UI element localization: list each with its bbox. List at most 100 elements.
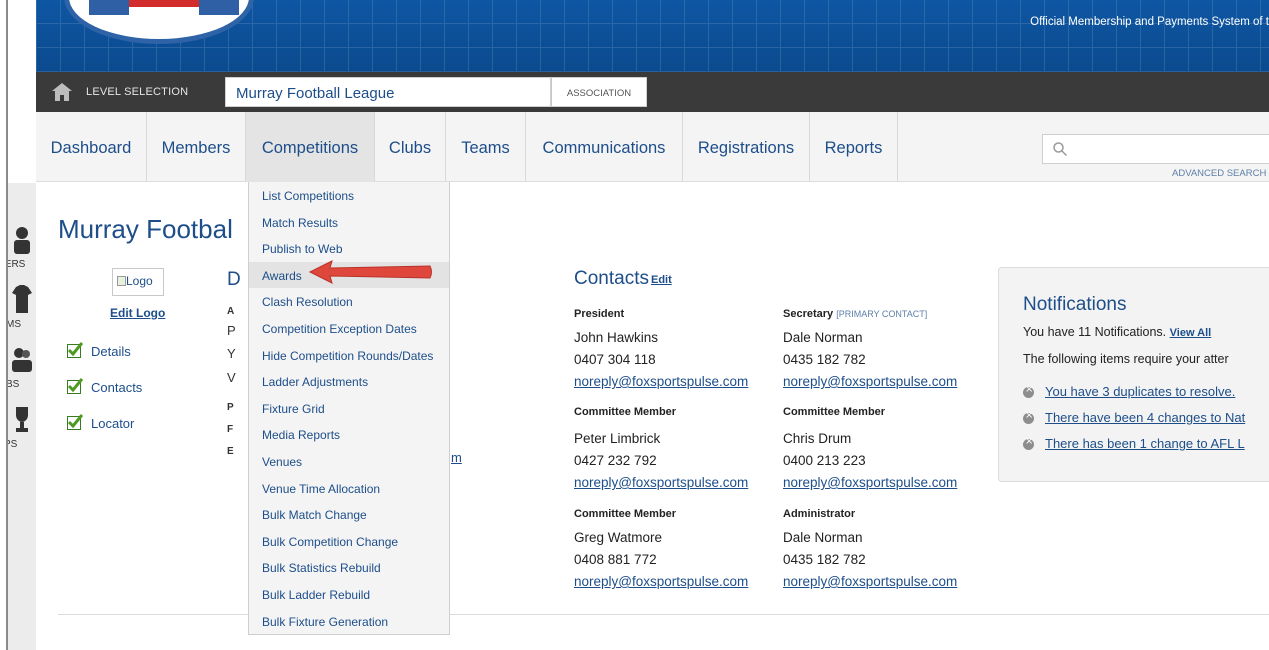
- contact-role: Secretary: [783, 308, 834, 320]
- contact-email-link[interactable]: noreply@foxsportspulse.com: [574, 475, 748, 490]
- checklist-label: Contacts: [91, 380, 143, 395]
- nav-clubs[interactable]: Clubs: [375, 112, 446, 182]
- level-name-field[interactable]: Murray Football League: [225, 77, 551, 107]
- contact-name: Chris Drum: [783, 431, 852, 446]
- contact-phone: 0435 182 782: [783, 352, 866, 367]
- rail-item-clubs[interactable]: BS: [6, 345, 36, 405]
- level-name: Murray Football League: [236, 85, 395, 102]
- contact-name: Greg Watmore: [574, 530, 663, 545]
- contact-email-link[interactable]: noreply@foxsportspulse.com: [574, 574, 748, 589]
- contact-email-link[interactable]: noreply@foxsportspulse.com: [783, 475, 957, 490]
- rail-item-members[interactable]: IERS: [2, 225, 36, 285]
- notifications-heading: Notifications: [1023, 294, 1127, 315]
- close-circle-icon[interactable]: [1023, 410, 1034, 424]
- content-divider: [58, 614, 1269, 615]
- menu-item-hide-competition-rounds[interactable]: Hide Competition Rounds/Dates: [249, 342, 449, 369]
- notifications-panel: Notifications You have 11 Notifications.…: [998, 267, 1269, 482]
- details-heading-fragment: D: [227, 269, 241, 290]
- contact-role: Committee Member: [783, 406, 886, 418]
- left-sidebar-rail: IERS MS BS PS: [2, 183, 36, 650]
- nav-dashboard[interactable]: Dashboard: [36, 112, 147, 182]
- notifications-require-text: The following items require your atter: [1023, 352, 1229, 366]
- notification-link[interactable]: There has been 1 change to AFL L: [1045, 436, 1245, 451]
- detail-fragment: P: [227, 323, 236, 338]
- notification-link[interactable]: There have been 4 changes to Nat: [1045, 410, 1245, 425]
- group-icon: [12, 348, 32, 372]
- menu-item-clash-resolution[interactable]: Clash Resolution: [249, 288, 449, 315]
- menu-item-bulk-match-change[interactable]: Bulk Match Change: [249, 501, 449, 528]
- checklist-label: Details: [91, 344, 131, 359]
- detail-fragment: F: [227, 424, 234, 435]
- level-type-label: ASSOCIATION: [566, 88, 632, 99]
- contact-phone: 0427 232 792: [574, 453, 657, 468]
- menu-item-venue-time-allocation[interactable]: Venue Time Allocation: [249, 475, 449, 502]
- checkmark-icon: [67, 378, 83, 394]
- trophy-icon: [16, 407, 28, 432]
- level-type-badge: ASSOCIATION: [551, 77, 647, 107]
- nav-competitions[interactable]: Competitions: [246, 112, 375, 182]
- email-link-fragment[interactable]: m: [451, 450, 462, 465]
- contact-phone: 0400 213 223: [783, 453, 866, 468]
- header-tagline: Official Membership and Payments System …: [1030, 16, 1269, 28]
- broken-image-icon: [117, 276, 126, 286]
- contact-email-link[interactable]: noreply@foxsportspulse.com: [783, 374, 957, 389]
- menu-item-fixture-grid[interactable]: Fixture Grid: [249, 395, 449, 422]
- nav-registrations[interactable]: Registrations: [683, 112, 810, 182]
- menu-item-competition-exception-dates[interactable]: Competition Exception Dates: [249, 315, 449, 342]
- search-input[interactable]: [1042, 134, 1269, 164]
- advanced-search-link[interactable]: ADVANCED SEARCH: [1172, 168, 1266, 179]
- menu-item-bulk-statistics-rebuild[interactable]: Bulk Statistics Rebuild: [249, 554, 449, 581]
- window-left-edge: [0, 0, 8, 650]
- menu-item-media-reports[interactable]: Media Reports: [249, 421, 449, 448]
- contacts-edit-link[interactable]: Edit: [651, 274, 672, 286]
- association-logo-image: Logo: [112, 268, 164, 296]
- menu-item-bulk-fixture-generation[interactable]: Bulk Fixture Generation: [249, 608, 449, 635]
- level-selection-bar: LEVEL SELECTION Murray Football League A…: [36, 72, 1269, 112]
- search-icon: [1053, 142, 1067, 156]
- contact-name: John Hawkins: [574, 330, 659, 345]
- contact-role: Committee Member: [574, 508, 677, 520]
- menu-item-bulk-competition-change[interactable]: Bulk Competition Change: [249, 528, 449, 555]
- home-icon[interactable]: [52, 83, 72, 101]
- checkmark-icon: [67, 414, 83, 430]
- contacts-heading: Contacts: [574, 268, 649, 289]
- annotation-arrow-icon: [308, 260, 432, 284]
- main-nav: Dashboard Members Competitions Clubs Tea…: [36, 112, 1269, 182]
- nav-reports[interactable]: Reports: [810, 112, 898, 182]
- view-all-link[interactable]: View All: [1170, 327, 1212, 339]
- person-icon: [14, 227, 30, 254]
- contact-email-link[interactable]: noreply@foxsportspulse.com: [783, 574, 957, 589]
- edit-logo-link[interactable]: Edit Logo: [110, 306, 165, 320]
- jersey-icon: [12, 285, 32, 313]
- nav-communications[interactable]: Communications: [526, 112, 683, 182]
- level-selection-label[interactable]: LEVEL SELECTION: [86, 86, 188, 98]
- checkmark-icon: [67, 342, 83, 358]
- detail-fragment: P: [227, 402, 234, 413]
- nav-members[interactable]: Members: [147, 112, 246, 182]
- menu-item-publish-to-web[interactable]: Publish to Web: [249, 235, 449, 262]
- menu-item-venues[interactable]: Venues: [249, 448, 449, 475]
- menu-item-list-competitions[interactable]: List Competitions: [249, 182, 449, 209]
- notification-link[interactable]: You have 3 duplicates to resolve.: [1045, 384, 1235, 399]
- menu-item-match-results[interactable]: Match Results: [249, 209, 449, 236]
- detail-fragment: V: [227, 370, 236, 385]
- close-circle-icon[interactable]: [1023, 384, 1034, 398]
- rail-item-teams[interactable]: MS: [6, 285, 36, 345]
- notifications-count: You have 11 Notifications. View All: [1023, 325, 1211, 339]
- nav-teams[interactable]: Teams: [446, 112, 526, 182]
- primary-contact-note: [PRIMARY CONTACT]: [836, 309, 928, 319]
- contact-name: Dale Norman: [783, 530, 863, 545]
- contact-phone: 0407 304 118: [574, 352, 656, 367]
- contact-email-link[interactable]: noreply@foxsportspulse.com: [574, 374, 748, 389]
- rail-label: BS: [6, 379, 20, 390]
- menu-item-ladder-adjustments[interactable]: Ladder Adjustments: [249, 368, 449, 395]
- competitions-dropdown-menu: List Competitions Match Results Publish …: [248, 182, 450, 635]
- contact-role: President: [574, 308, 625, 320]
- menu-item-bulk-ladder-rebuild[interactable]: Bulk Ladder Rebuild: [249, 581, 449, 608]
- close-circle-icon[interactable]: [1023, 436, 1034, 450]
- rail-item-comps[interactable]: PS: [4, 405, 36, 465]
- detail-fragment: E: [227, 446, 234, 457]
- rail-label: MS: [6, 319, 21, 330]
- checklist-label: Locator: [91, 416, 135, 431]
- page-title: Murray Footbal: [58, 214, 233, 244]
